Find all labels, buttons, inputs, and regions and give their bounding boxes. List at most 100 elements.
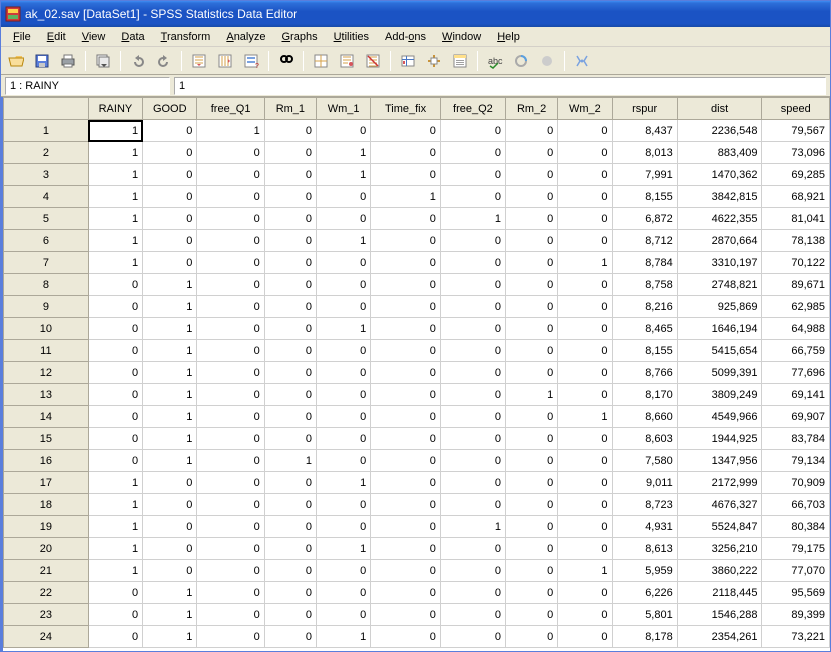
cell[interactable]: 0 [558,472,612,494]
cell[interactable]: 3809,249 [677,384,762,406]
cell[interactable]: 1 [143,428,197,450]
cell[interactable]: 0 [371,274,441,296]
cell[interactable]: 0 [506,340,558,362]
cell[interactable]: 1 [143,604,197,626]
menu-window[interactable]: Window [434,29,489,45]
menu-utilities[interactable]: Utilities [326,29,377,45]
cell[interactable]: 0 [506,626,558,648]
cell[interactable]: 0 [506,560,558,582]
cell[interactable]: 8,784 [612,252,677,274]
cell[interactable]: 70,909 [762,472,830,494]
cell[interactable]: 5099,391 [677,362,762,384]
cell[interactable]: 0 [558,120,612,142]
cell[interactable]: 0 [264,142,316,164]
cell[interactable]: 0 [440,494,505,516]
row-header[interactable]: 6 [4,230,89,252]
undo-icon[interactable] [127,50,149,72]
cell[interactable]: 0 [371,230,441,252]
cell[interactable]: 1 [143,296,197,318]
cell[interactable]: 79,134 [762,450,830,472]
row-header[interactable]: 10 [4,318,89,340]
cell[interactable]: 0 [440,604,505,626]
cell[interactable]: 0 [371,472,441,494]
cell[interactable]: 0 [558,384,612,406]
cell[interactable]: 0 [371,318,441,340]
cell[interactable]: 0 [316,274,370,296]
cell[interactable]: 0 [440,186,505,208]
cell[interactable]: 1 [197,120,264,142]
cell[interactable]: 68,921 [762,186,830,208]
cell[interactable]: 0 [143,230,197,252]
row-header[interactable]: 4 [4,186,89,208]
cell[interactable]: 4,931 [612,516,677,538]
cell[interactable]: 81,041 [762,208,830,230]
row-header[interactable]: 17 [4,472,89,494]
row-header[interactable]: 3 [4,164,89,186]
cell[interactable]: 0 [558,582,612,604]
cell[interactable]: 1 [88,164,142,186]
cell[interactable]: 0 [143,186,197,208]
row-header[interactable]: 11 [4,340,89,362]
cell[interactable]: 1 [440,208,505,230]
menu-help[interactable]: Help [489,29,528,45]
goto-case-icon[interactable] [188,50,210,72]
cell[interactable]: 1 [440,516,505,538]
row-header[interactable]: 24 [4,626,89,648]
cell[interactable]: 1 [88,472,142,494]
cell[interactable]: 0 [197,450,264,472]
cell[interactable]: 2870,664 [677,230,762,252]
cell[interactable]: 0 [316,560,370,582]
cell[interactable]: 0 [264,208,316,230]
cell[interactable]: 0 [558,318,612,340]
cell[interactable]: 0 [316,582,370,604]
cell[interactable]: 0 [264,582,316,604]
cell[interactable]: 0 [440,582,505,604]
cell[interactable]: 1 [88,494,142,516]
column-header[interactable]: Rm_1 [264,98,316,120]
value-labels-icon[interactable] [397,50,419,72]
cell[interactable]: 0 [371,384,441,406]
cell[interactable]: 1 [88,560,142,582]
cell[interactable]: 0 [197,538,264,560]
cell[interactable]: 0 [371,428,441,450]
cell[interactable]: 1 [264,450,316,472]
cell[interactable]: 0 [264,472,316,494]
cell[interactable]: 0 [316,406,370,428]
cell[interactable]: 1 [316,538,370,560]
cell[interactable]: 0 [558,494,612,516]
cell[interactable]: 0 [558,428,612,450]
row-header[interactable]: 18 [4,494,89,516]
cell[interactable]: 0 [88,582,142,604]
cell[interactable]: 0 [316,120,370,142]
cell[interactable]: 0 [371,164,441,186]
cell[interactable]: 1347,956 [677,450,762,472]
cell[interactable]: 0 [506,428,558,450]
data-grid[interactable]: RAINYGOODfree_Q1Rm_1Wm_1Time_fixfree_Q2R… [1,97,830,651]
menu-transform[interactable]: Transform [153,29,219,45]
cell[interactable]: 1 [88,538,142,560]
cell[interactable]: 78,138 [762,230,830,252]
cell[interactable]: 73,096 [762,142,830,164]
cell[interactable]: 0 [316,340,370,362]
cell[interactable]: 0 [316,252,370,274]
cell[interactable]: 0 [264,560,316,582]
split-file-icon[interactable] [310,50,332,72]
cell[interactable]: 1 [88,516,142,538]
cell[interactable]: 1 [558,406,612,428]
cell[interactable]: 0 [197,142,264,164]
menu-edit[interactable]: Edit [39,29,74,45]
cell[interactable]: 925,869 [677,296,762,318]
cell[interactable]: 0 [197,604,264,626]
cell[interactable]: 69,285 [762,164,830,186]
cell[interactable]: 0 [197,318,264,340]
cell[interactable]: 1 [558,252,612,274]
cell[interactable]: 0 [143,560,197,582]
cell[interactable]: 0 [264,230,316,252]
cell[interactable]: 0 [197,560,264,582]
cell[interactable]: 0 [440,560,505,582]
cell[interactable]: 0 [316,208,370,230]
menu-view[interactable]: View [74,29,114,45]
cell[interactable]: 0 [506,252,558,274]
find-icon[interactable] [275,50,297,72]
cell[interactable]: 0 [371,538,441,560]
